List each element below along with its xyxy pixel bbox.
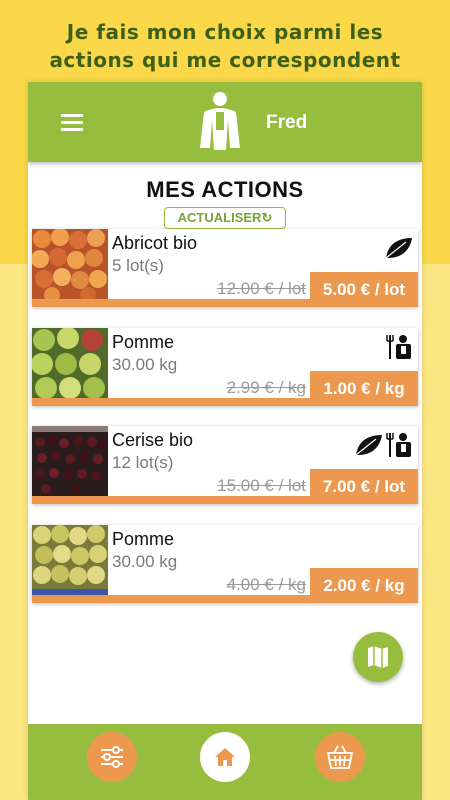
product-quantity: 30.00 kg [112,552,178,571]
product-quantity: 30.00 kg [112,355,178,374]
product-quantity: 5 lot(s) [112,256,164,275]
old-price: 12.00 € / lot [217,279,306,298]
promo-line-1: Je fais mon choix parmi les [66,20,384,44]
product-image-apples [32,328,108,398]
filters-sliders-icon [101,746,123,768]
old-price: 15.00 € / lot [217,476,306,495]
basket-icon [326,745,354,769]
product-name: Pomme [112,529,175,549]
home-icon [215,748,235,766]
card-accent-bar [32,398,418,406]
basket-button[interactable] [315,732,365,782]
action-card[interactable]: Abricot bio 5 lot(s) 12.00 € / lot 5.00 … [32,229,418,307]
leaf-icon [355,435,382,456]
refresh-icon: ↻ [261,210,273,225]
bottom-navigation [28,724,422,800]
product-image-cherries [32,426,108,496]
card-badges [354,432,414,458]
product-quantity: 12 lot(s) [112,453,174,472]
hamburger-menu-icon[interactable] [61,114,83,131]
farmer-pitchfork-icon [386,433,411,457]
refresh-button[interactable]: ACTUALISER↻ [164,207,286,229]
leaf-icon [385,238,412,259]
phone-screen: Fred MES ACTIONS ACTUALISER↻ Abricot bio… [28,82,422,800]
refresh-label: ACTUALISER [177,210,262,225]
map-button[interactable] [353,632,403,682]
filters-button[interactable] [87,732,137,782]
product-name: Abricot bio [112,233,198,253]
card-accent-bar [32,299,418,307]
old-price: 4.00 € / kg [226,575,306,594]
home-button[interactable] [200,732,250,782]
app-bar: Fred [28,82,422,162]
product-name: Pomme [112,332,175,352]
card-accent-bar [32,595,418,603]
promo-line-2: actions qui me correspondent [49,48,401,72]
action-card[interactable]: Pomme 30.00 kg 2.99 € / kg 1.00 € / kg [32,328,418,406]
card-badges [384,235,414,261]
farmer-pitchfork-icon [386,335,411,359]
card-accent-bar [32,496,418,504]
product-image-apples-yellow [32,525,108,595]
farmer-avatar-icon [200,92,240,150]
product-image-apricots [32,229,108,299]
action-card[interactable]: Pomme 30.00 kg 4.00 € / kg 2.00 € / kg [32,525,418,603]
old-price: 2.99 € / kg [226,378,306,397]
page-title: MES ACTIONS [146,177,304,202]
action-card[interactable]: Cerise bio 12 lot(s) 15.00 € / lot 7.00 … [32,426,418,504]
card-badges [386,334,414,360]
map-icon [368,646,388,668]
promo-banner: Je fais mon choix parmi les actions qui … [0,18,450,74]
product-name: Cerise bio [112,430,194,450]
username: Fred [266,112,308,133]
